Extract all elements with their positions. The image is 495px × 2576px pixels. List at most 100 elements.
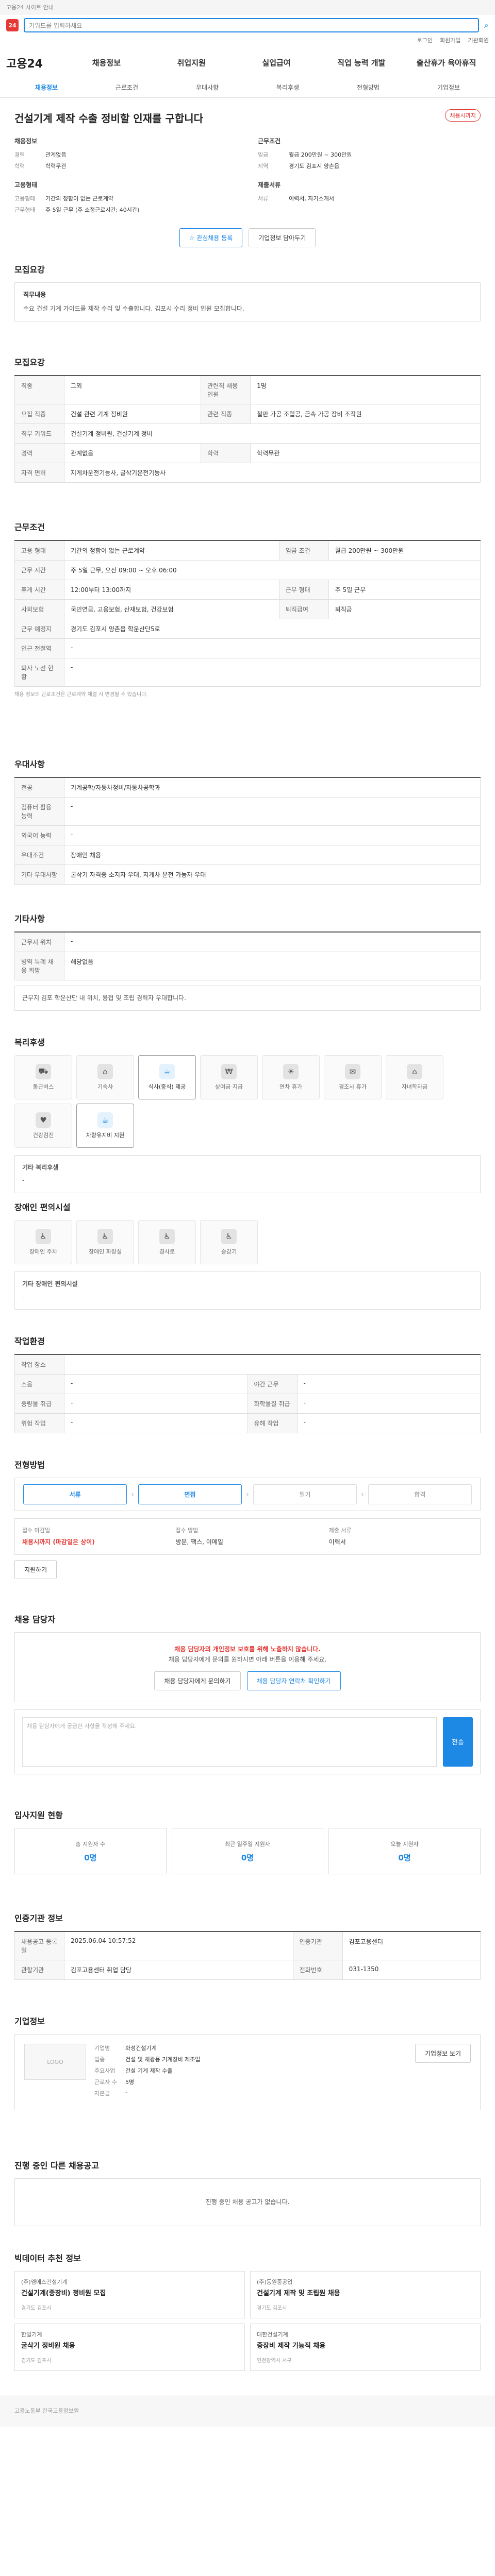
bookmark-button[interactable]: ☆ 관심채용 등록 <box>179 228 243 247</box>
gnb-item-support[interactable]: 취업지원 <box>149 57 234 68</box>
welfare-label: 식사(중식) 제공 <box>148 1083 186 1090</box>
search-icon[interactable]: ⌕ <box>484 20 489 30</box>
table-key-2: 유해 작업 <box>247 1413 298 1433</box>
table-value: 해당없음 <box>64 952 481 980</box>
left2-value: 기간의 정함이 없는 근로계약 <box>45 195 113 202</box>
recommend-company: (주)동원중공업 <box>257 2279 293 2285</box>
table-row: 휴게 시간 12:00부터 13:00까지 근무 형태 주 5일 근무 <box>14 580 481 600</box>
welfare-grid: ⛟ 통근버스 ⌂ 기숙사 ☕ 식사(중식) 제공 ₩ 상여금 지급 ☀ 연차 휴가 ✉ 경조사 휴가 ⌂… <box>14 1055 481 1148</box>
holiday-icon: ☀ <box>283 1064 299 1079</box>
welfare-card: ♥ 건강검진 <box>14 1104 72 1148</box>
table-row: 외국어 능력 - <box>14 825 481 845</box>
manager-box: 채용 담당자의 개인정보 보호를 위해 노출하지 않습니다. 채용 담당자에게 문… <box>14 1632 481 1702</box>
tab-4[interactable]: 전형방법 <box>328 83 408 92</box>
apply-button[interactable]: 지원하기 <box>14 1560 57 1580</box>
condition-title: 근무조건 <box>14 522 45 532</box>
table-row: 전공 기계공학/자동차정비/자동차공학과 <box>14 777 481 798</box>
condition-section: 근무조건 고용 형태 기간의 정함이 없는 근로계약 임금 조건 월급 200만원 ~… <box>0 510 495 747</box>
table-value: - <box>64 658 481 687</box>
table-value: - <box>64 1394 248 1414</box>
manager-section: 채용 담당자 채용 담당자의 개인정보 보호를 위해 노출하지 않습니다. 채용 … <box>0 1602 495 1798</box>
apply-label: 접수 마감일 <box>22 1527 51 1534</box>
recommend-job-title: 중장비 제작 기능직 채용 <box>257 2342 326 2350</box>
table-key-2: 퇴직급여 <box>278 599 329 619</box>
job-title: 건설기계 제작 수출 정비할 인재를 구합니다 <box>14 112 204 125</box>
tab-2[interactable]: 우대사항 <box>167 83 248 92</box>
corp-value: 화성건설기계 <box>125 2045 157 2052</box>
left-value: 관계없음 <box>45 151 67 158</box>
table-value: 김포고용센터 취업 담당 <box>64 1960 293 1980</box>
inquire-button[interactable]: 채용 담당자에게 문의하기 <box>154 1671 241 1690</box>
welfare-card: ⛟ 통근버스 <box>14 1055 72 1099</box>
table-key: 직무 키워드 <box>14 423 64 444</box>
requirement-title: 모집요강 <box>14 358 45 367</box>
tab-0[interactable]: 채용정보 <box>6 83 87 92</box>
bonus-icon: ₩ <box>221 1064 237 1079</box>
recommend-card[interactable]: 한일기계 굴삭기 정비원 채용 경기도 김포시 <box>14 2324 245 2371</box>
tab-5[interactable]: 기업정보 <box>408 83 489 92</box>
table-row: 병역 특례 채용 희망 해당없음 <box>14 952 481 980</box>
condition-table: 고용 형태 기간의 정함이 없는 근로계약 임금 조건 월급 200만원 ~ 300만… <box>14 540 481 687</box>
intro-box: 직무내용 수요 건설 기계 가이드를 제작 수리 및 수출합니다. 김포시 수리… <box>14 282 481 322</box>
org-member-link[interactable]: 기관회원 <box>468 36 489 48</box>
recommend-job-title: 굴삭기 정비원 채용 <box>21 2342 75 2350</box>
left2-value: 주 5일 근무 (주 소정근로시간: 40시간) <box>45 207 140 213</box>
right2-row: 서류 이력서, 자기소개서 <box>258 194 481 202</box>
gnb-item-jobs[interactable]: 채용정보 <box>64 57 149 68</box>
gnb-item-leave[interactable]: 출산휴가 육아휴직 <box>404 57 489 68</box>
heart-icon: ♥ <box>36 1112 51 1128</box>
question-textarea[interactable]: 채용 담당자에게 궁금한 사항을 작성해 주세요. <box>22 1717 437 1767</box>
apply-item: 접수 마감일 채용시까지 (마감일은 상이) <box>22 1526 166 1547</box>
welfare-label: 연차 휴가 <box>279 1083 302 1090</box>
table-key: 모집 직종 <box>14 404 64 424</box>
send-button[interactable]: 전송 <box>443 1717 473 1767</box>
dormitory-icon: ⌂ <box>97 1064 113 1079</box>
table-key-2: 인증기관 <box>292 1931 343 1960</box>
table-key: 외국어 능력 <box>14 825 64 845</box>
gnb-item-training[interactable]: 직업 능력 개발 <box>319 57 404 68</box>
recruit-step: 면접 <box>138 1484 242 1504</box>
table-row: 경력 관계없음 학력 학력무관 <box>14 443 481 463</box>
search-input[interactable]: 키워드를 입력하세요 <box>24 18 480 32</box>
table-value: - <box>64 825 481 845</box>
left2-row: 고용형태 기간의 정함이 없는 근로계약 <box>14 194 237 202</box>
disability-card: ♿ 경사로 <box>138 1220 196 1264</box>
login-link[interactable]: 로그인 <box>417 36 433 48</box>
tab-1[interactable]: 근로조건 <box>87 83 167 92</box>
table-value-2: 031-1350 <box>342 1960 481 1980</box>
contact-button[interactable]: 채용 담당자 연락처 확인하기 <box>246 1671 341 1690</box>
signup-link[interactable]: 회원가입 <box>440 36 460 48</box>
recommend-card[interactable]: (주)엠에스건설기계 건설기계(중장비) 정비원 모집 경기도 김포시 <box>14 2271 245 2318</box>
table-value: - <box>64 797 481 826</box>
summary-right-2: 제출서류 서류 이력서, 자기소개서 <box>258 180 481 217</box>
left2-heading: 고용형태 <box>14 181 38 189</box>
corp-key: 주요사업 <box>94 2067 116 2074</box>
corp-value: 건설 기계 제작 수출 <box>125 2067 173 2074</box>
agency-section: 인증기관 정보 채용공고 등록일 2025.06.04 10:57:52 인증기관 김… <box>0 1901 495 2004</box>
logo[interactable]: 24 <box>6 19 19 31</box>
company-info-button[interactable]: 기업정보 보기 <box>415 2044 471 2063</box>
left2-row: 근무형태 주 5일 근무 (주 소정근로시간: 40시간) <box>14 206 237 214</box>
welfare-card: ☀ 연차 휴가 <box>262 1055 320 1099</box>
table-row: 기타 우대사항 굴삭기 자격증 소지자 우대, 지게차 운전 가능자 우대 <box>14 865 481 885</box>
stat-label: 최근 일주일 지원자 <box>225 1840 270 1848</box>
corp-key: 근로자 수 <box>94 2079 117 2086</box>
brand-title[interactable]: 고용24 <box>6 55 64 71</box>
table-value: - <box>64 931 481 952</box>
gnb-item-benefit[interactable]: 실업급여 <box>234 57 319 68</box>
table-row: 작업 장소 - <box>14 1354 481 1375</box>
table-key: 휴게 시간 <box>14 580 64 600</box>
intro-text: 수요 건설 기계 가이드를 제작 수리 및 수출합니다. 김포시 수리 정비 인… <box>23 305 244 313</box>
save-company-button[interactable]: 기업정보 담아두기 <box>249 228 316 247</box>
preference-title: 우대사항 <box>14 759 45 769</box>
recommend-card[interactable]: (주)동원중공업 건설기계 제작 및 조립원 채용 경기도 김포시 <box>250 2271 481 2318</box>
table-value-2: - <box>296 1413 481 1433</box>
tab-3[interactable]: 복리후생 <box>248 83 328 92</box>
table-row: 사회보험 국민연금, 고용보험, 산재보험, 건강보험 퇴직급여 퇴직금 <box>14 599 481 619</box>
table-key: 사회보험 <box>14 599 64 619</box>
requirement-section: 모집요강 직종 그외 관련직 채용 인원 1명 모집 직종 건설 관련 기계 정비원 관련 … <box>0 345 495 510</box>
right2-key: 서류 <box>258 195 269 202</box>
recommend-card[interactable]: 대한건설기계 중장비 제작 기능직 채용 인천광역시 서구 <box>250 2324 481 2371</box>
table-key: 전공 <box>14 777 64 798</box>
left2-key: 근무형태 <box>14 207 36 213</box>
